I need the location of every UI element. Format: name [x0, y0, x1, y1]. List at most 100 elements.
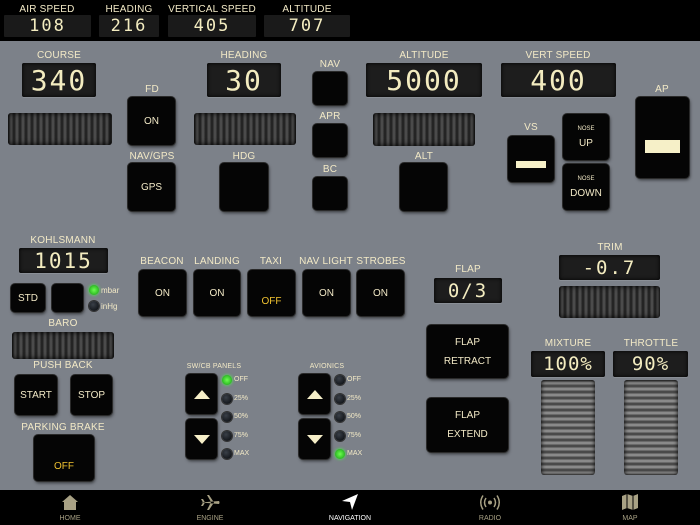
stop-label: STOP	[77, 389, 106, 401]
swcb-led	[222, 375, 232, 385]
arrow-up-icon	[193, 389, 210, 399]
avionics-up-button[interactable]	[299, 374, 330, 414]
swcb-level-label: 75%	[234, 431, 249, 439]
avionics-level-label: 50%	[347, 413, 362, 420]
beacon-label: BEACON	[140, 256, 184, 267]
swcb-led	[222, 393, 232, 404]
ap-label: AP	[655, 84, 669, 95]
taxi-state: OFF	[261, 295, 282, 307]
vert-speed-label: VERT SPEED	[525, 50, 591, 61]
beacon-state: ON	[155, 287, 170, 299]
nav-light-button[interactable]: ON	[303, 270, 350, 316]
arrow-down-icon	[193, 434, 210, 444]
flap-extend-button[interactable]: FLAP EXTEND	[427, 398, 508, 452]
swcb-up-button[interactable]	[186, 374, 217, 414]
nav-map[interactable]: MAP	[580, 490, 680, 525]
throttle-display: 90%	[613, 351, 688, 377]
mbar-led	[89, 285, 99, 295]
nav-home[interactable]: HOME	[20, 490, 120, 525]
taxi-label: TAXI	[259, 256, 283, 267]
altitude-knob[interactable]	[373, 113, 475, 146]
nav-radio-label: RADIO	[478, 515, 502, 522]
baro-knob[interactable]	[12, 332, 114, 359]
apr-label: APR	[319, 111, 341, 122]
flap-label: FLAP	[455, 264, 481, 275]
push-back-start-button[interactable]: START	[15, 375, 57, 415]
apr-button[interactable]	[313, 124, 347, 157]
altitude-readout: 707	[264, 15, 350, 37]
baro-label: BARO	[48, 318, 78, 329]
fd-button[interactable]: ON	[128, 97, 175, 145]
baro-unit-button[interactable]	[52, 284, 83, 312]
nav-radio[interactable]: RADIO	[440, 490, 540, 525]
nose-up-button[interactable]: NOSE UP	[563, 114, 609, 160]
nav-light-state: ON	[319, 287, 334, 299]
avionics-led	[335, 412, 345, 422]
heading-readout: 216	[99, 15, 159, 37]
alt-button[interactable]	[400, 163, 447, 211]
heading-knob[interactable]	[194, 113, 296, 145]
nose-down-caption: NOSE	[577, 175, 595, 182]
strobes-button[interactable]: ON	[357, 270, 404, 316]
flap-extend-line2: EXTEND	[447, 429, 488, 440]
swcb-level-label: 50%	[234, 413, 249, 420]
beacon-button[interactable]: ON	[139, 270, 186, 316]
trim-wheel[interactable]	[559, 286, 660, 318]
inhg-led	[89, 301, 99, 311]
bc-button[interactable]	[313, 177, 347, 210]
swcb-level-label: OFF	[234, 376, 248, 383]
arrow-up-icon	[306, 389, 323, 399]
flap-retract-line1: FLAP	[454, 336, 480, 348]
hdg-button[interactable]	[220, 163, 268, 211]
nav-engine-label: ENGINE	[196, 515, 224, 522]
nose-down-button[interactable]: NOSE DOWN	[563, 164, 609, 210]
avionics-led	[335, 375, 345, 385]
vertical-speed-label: VERTICAL SPEED	[168, 4, 256, 15]
taxi-button[interactable]: OFF	[248, 270, 295, 316]
nav-gps-label: NAV/GPS	[129, 151, 175, 162]
vs-indicator	[516, 160, 546, 168]
avionics-level-label: 25%	[347, 394, 362, 402]
flap-retract-button[interactable]: FLAP RETRACT	[427, 325, 508, 378]
nav-label: NAV	[319, 59, 341, 70]
status-bar: AIR SPEED 108 HEADING 216 VERTICAL SPEED…	[0, 0, 700, 41]
course-knob[interactable]	[8, 113, 112, 145]
throttle-lever[interactable]	[624, 380, 678, 475]
start-label: START	[20, 389, 52, 401]
vertical-speed-readout: 405	[168, 15, 256, 37]
nav-navigation[interactable]: NAVIGATION	[300, 490, 400, 525]
std-button[interactable]: STD	[11, 284, 45, 312]
ap-button[interactable]	[636, 97, 689, 178]
swcb-level-label: MAX	[234, 450, 250, 457]
kohlsmann-display: 1015	[19, 248, 108, 273]
parking-brake-button[interactable]: OFF	[34, 435, 94, 481]
swcb-panels-label: SW/CB PANELS	[186, 363, 242, 370]
landing-button[interactable]: ON	[194, 270, 240, 316]
nav-gps-button[interactable]: GPS	[128, 163, 175, 211]
vs-button[interactable]	[508, 136, 554, 182]
course-label: COURSE	[37, 50, 81, 61]
radio-icon	[480, 495, 500, 510]
vert-speed-display: 400	[501, 63, 616, 97]
airplane-icon	[201, 495, 220, 510]
parking-brake-label: PARKING BRAKE	[21, 422, 105, 433]
push-back-label: PUSH BACK	[33, 360, 93, 371]
nav-navigation-label: NAVIGATION	[328, 515, 372, 522]
map-icon	[622, 494, 638, 510]
trim-display: -0.7	[559, 255, 660, 280]
swcb-led	[222, 449, 232, 459]
heading-display: 30	[207, 63, 281, 97]
nav-button[interactable]	[313, 72, 347, 105]
swcb-down-button[interactable]	[186, 419, 217, 459]
nav-engine[interactable]: ENGINE	[160, 490, 260, 525]
mixture-lever[interactable]	[541, 380, 595, 475]
flap-extend-line1: FLAP	[454, 410, 480, 421]
nose-up-label: UP	[579, 137, 593, 149]
flap-display: 0/3	[434, 278, 502, 303]
push-back-stop-button[interactable]: STOP	[71, 375, 112, 415]
avionics-led	[335, 449, 345, 459]
ap-indicator	[645, 140, 680, 153]
avionics-down-button[interactable]	[299, 419, 330, 459]
bc-label: BC	[322, 164, 338, 175]
landing-label: LANDING	[194, 256, 240, 267]
